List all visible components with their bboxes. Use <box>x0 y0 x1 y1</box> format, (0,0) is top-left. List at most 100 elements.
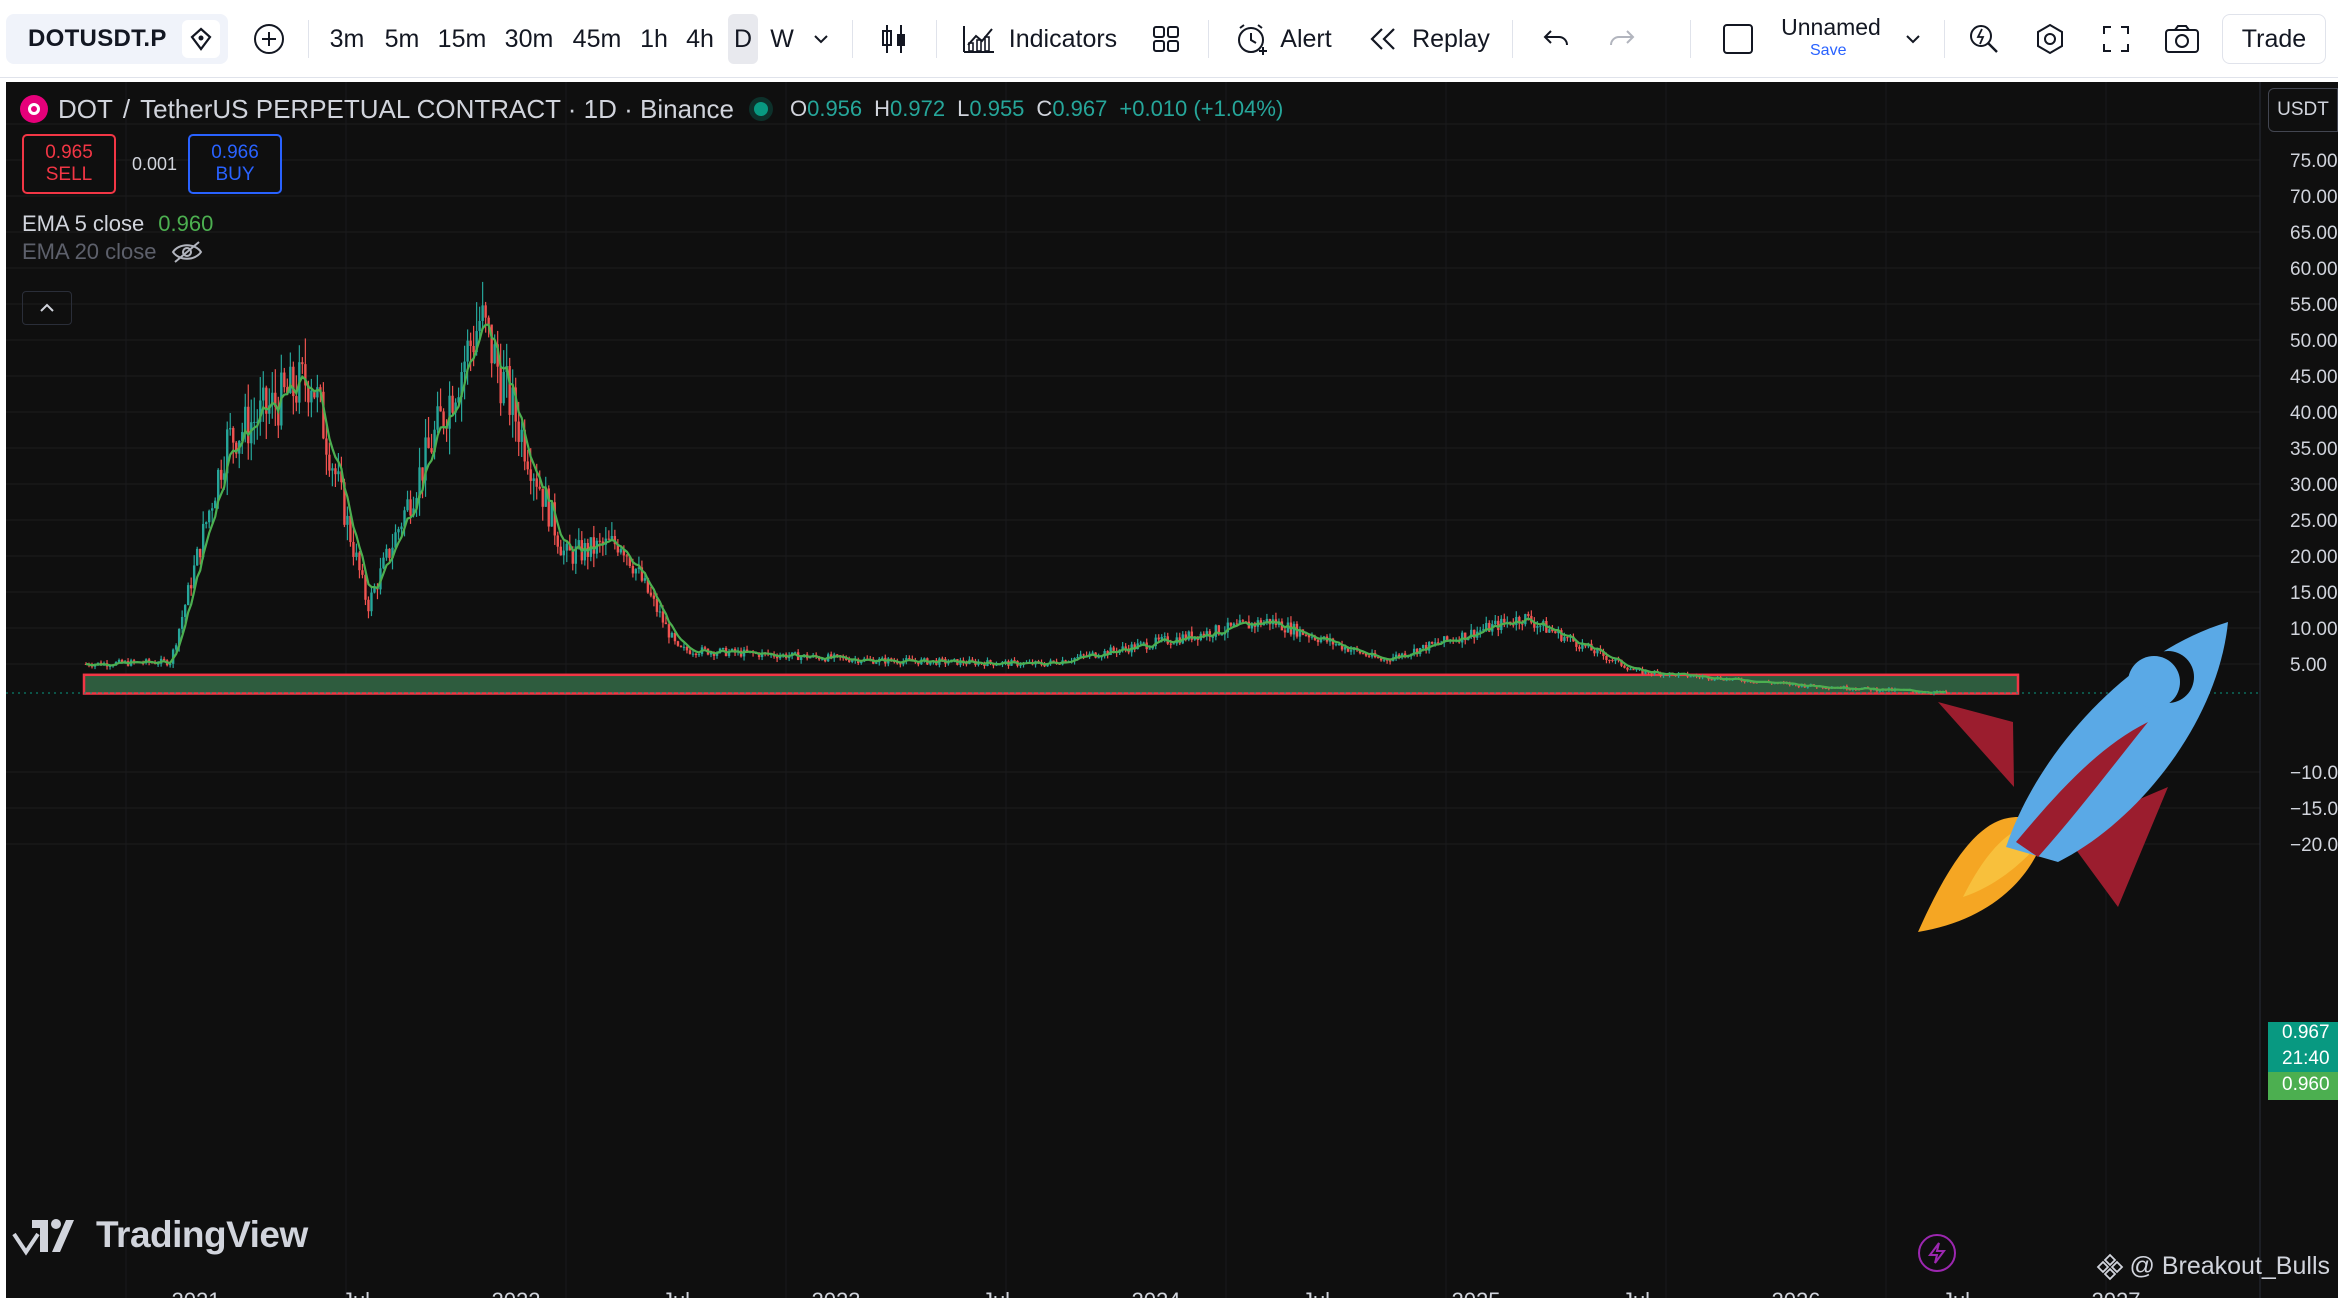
candle-body <box>556 535 559 547</box>
candle-body <box>180 616 184 629</box>
redo-icon[interactable] <box>1600 0 1644 78</box>
candle-body <box>400 526 403 530</box>
candle-body <box>526 461 529 470</box>
add-symbol-icon[interactable] <box>248 0 290 78</box>
candle-body <box>472 346 475 353</box>
price-axis-label: 15.00 <box>2290 583 2338 604</box>
time-axis-label: 2027 <box>2092 1288 2141 1298</box>
layout-chevron-down-icon[interactable] <box>1898 0 1928 78</box>
eye-hidden-icon[interactable] <box>171 240 203 264</box>
symbol-search-button[interactable]: DOTUSDT.P <box>6 14 228 64</box>
candle-body <box>367 599 370 612</box>
interval-45m[interactable]: 45m <box>566 0 628 78</box>
candle-body <box>331 468 334 471</box>
price-axis-label: 5.00 <box>2290 655 2327 676</box>
candle-body <box>1503 618 1506 623</box>
candle-body <box>499 366 502 404</box>
price-axis-label: 45.00 <box>2290 367 2338 388</box>
candle-body <box>517 421 520 442</box>
candle-body <box>247 406 250 444</box>
interval-1h[interactable]: 1h <box>634 0 674 78</box>
legend-title[interactable]: TetherUS PERPETUAL CONTRACT · 1D · Binan… <box>140 94 734 125</box>
candle-body <box>346 515 349 525</box>
time-axis-label: Jul <box>1302 1288 1330 1298</box>
candle-body <box>679 645 683 648</box>
tradingview-logo[interactable]: TradingView <box>12 1212 308 1258</box>
price-axis-label: 75.00 <box>2290 151 2338 172</box>
interval-w[interactable]: W <box>764 0 800 78</box>
fullscreen-icon[interactable] <box>2094 0 2138 78</box>
lightning-icon[interactable] <box>1918 1234 1956 1272</box>
layout-checkbox-icon[interactable] <box>1718 0 1758 78</box>
candle-body <box>478 320 481 332</box>
candle-body <box>1112 647 1115 651</box>
candle-body <box>301 362 304 365</box>
collapse-legend-button[interactable] <box>22 291 72 325</box>
interval-d[interactable]: D <box>728 0 758 78</box>
trade-button[interactable]: Trade <box>2222 14 2326 64</box>
price-axis-label: −20.00 <box>2290 835 2338 856</box>
sell-button[interactable]: 0.965 SELL <box>22 134 116 194</box>
price-chart[interactable]: 80.0075.0070.0065.0060.0055.0050.0045.00… <box>6 82 2338 1298</box>
candle-body <box>703 647 707 649</box>
templates-icon[interactable] <box>1146 0 1186 78</box>
interval-3m[interactable]: 3m <box>322 0 372 78</box>
candle-body <box>661 611 665 623</box>
support-zone <box>82 673 2020 695</box>
candle-body <box>664 622 668 625</box>
candle-body <box>1283 630 1287 633</box>
indicator-ema20-name: EMA 20 close <box>22 239 157 264</box>
indicators-label: Indicators <box>1008 24 1118 53</box>
toolbar-separator <box>1208 20 1209 58</box>
buy-button[interactable]: 0.966 BUY <box>188 134 282 194</box>
polkadot-logo-icon <box>20 95 48 123</box>
candle-body <box>565 543 568 551</box>
candle-body <box>691 653 695 655</box>
candle-body <box>1433 642 1437 644</box>
interval-4h[interactable]: 4h <box>680 0 720 78</box>
camera-icon[interactable] <box>2160 0 2204 78</box>
quick-search-icon[interactable] <box>1962 0 2006 78</box>
candle-body <box>1148 648 1151 650</box>
indicators-button[interactable]: Indicators <box>956 0 1122 78</box>
interval-30m[interactable]: 30m <box>498 0 560 78</box>
replay-button[interactable]: Replay <box>1366 0 1492 78</box>
candle-body <box>325 438 328 455</box>
chart-pane[interactable]: 80.0075.0070.0065.0060.0055.0050.0045.00… <box>6 82 2338 1298</box>
candles <box>84 281 1948 696</box>
price-axis-label: 30.00 <box>2290 475 2338 496</box>
time-axis-label: Jul <box>982 1288 1010 1298</box>
candle-body <box>195 548 199 566</box>
candle-body <box>1382 659 1386 661</box>
candle-body <box>1593 650 1596 654</box>
interval-5m[interactable]: 5m <box>378 0 426 78</box>
candle-body <box>370 592 373 612</box>
candle-body <box>427 437 430 449</box>
price-axis-label: 25.00 <box>2290 511 2338 532</box>
price-axis-label: −10.00 <box>2290 763 2338 784</box>
settings-gear-icon[interactable] <box>2028 0 2072 78</box>
candle-body <box>484 305 487 318</box>
candle-body <box>463 361 466 373</box>
chevron-down-icon[interactable] <box>806 0 836 78</box>
candle-body <box>535 478 538 487</box>
candle-body <box>493 344 496 364</box>
candle-body <box>337 471 340 475</box>
candle-body <box>469 340 472 347</box>
alert-button[interactable]: Alert <box>1228 0 1338 78</box>
compare-icon[interactable] <box>182 20 220 58</box>
candle-style-icon[interactable] <box>872 0 916 78</box>
candle-body <box>1566 637 1569 639</box>
price-unit-label[interactable]: USDT <box>2268 88 2338 132</box>
candle-body <box>676 641 680 646</box>
candle-body <box>1097 657 1100 659</box>
tradingview-icon <box>12 1219 74 1256</box>
candle-body <box>316 387 319 398</box>
price-axis-label: 65.00 <box>2290 223 2338 244</box>
indicator-ema20[interactable]: EMA 20 close <box>22 235 203 269</box>
undo-icon[interactable] <box>1534 0 1578 78</box>
ohlc-close: 0.967 <box>1052 96 1108 121</box>
interval-15m[interactable]: 15m <box>432 0 492 78</box>
save-label[interactable]: Save <box>1810 42 1846 60</box>
time-axis-label: 2022 <box>492 1288 541 1298</box>
